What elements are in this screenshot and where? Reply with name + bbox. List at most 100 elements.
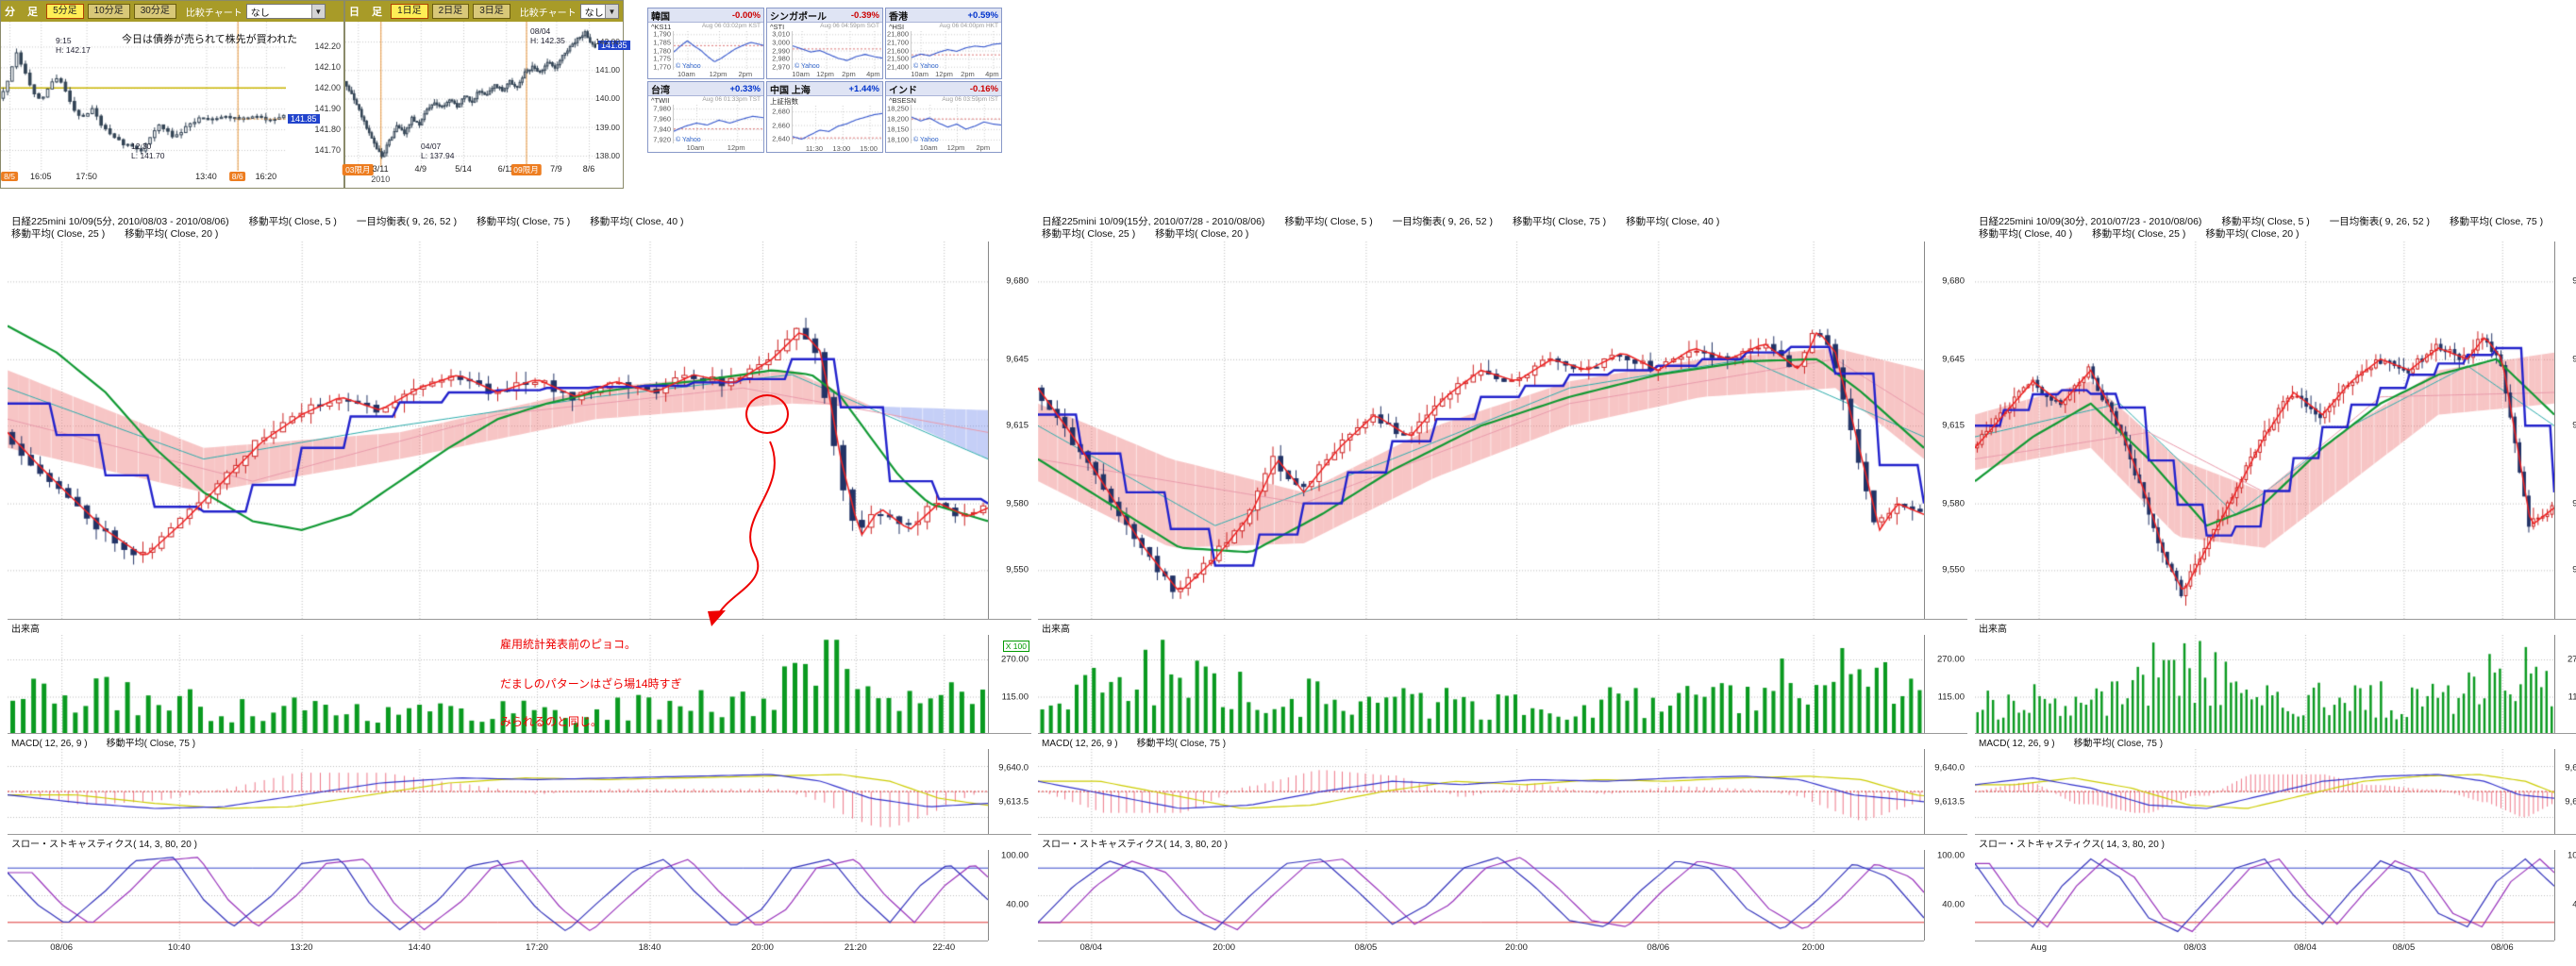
axis-label: 115.00 (1938, 691, 1965, 702)
market-tile-shanghai[interactable]: 中国 上海+1.44% 上証指数 2,6802,6602,640 11:3013… (766, 81, 883, 153)
macd-chart[interactable] (1975, 749, 2554, 834)
market-name: 台湾 (651, 82, 670, 96)
minute-panel-toolbar: 分 足 5分足 10分足 30分足 比較チャート なし ▼ (1, 1, 343, 22)
volume-chart[interactable] (8, 635, 988, 733)
axis-label: 9,645 (1006, 354, 1029, 364)
axis-label: 9,680 (1006, 276, 1029, 287)
mini-axis: 7,9807,9607,9407,920 (648, 105, 673, 143)
time-label: 08/06 (50, 942, 73, 953)
candlestick-chart[interactable] (1975, 242, 2554, 619)
annotation-note-2: だましのパターンはざら場14時すぎ (500, 675, 682, 691)
minute-panel-title: 分 足 (5, 4, 42, 19)
time-label: 22:40 (932, 942, 955, 953)
daily-panel-title: 日 足 (349, 4, 387, 19)
panel-title-line2: 移動平均( Close, 40 ) 移動平均( Close, 25 ) 移動平均… (1979, 228, 2576, 241)
compare-chart-select[interactable]: なし ▼ (246, 4, 326, 19)
high-marker: 9:15H: 142.17 (56, 37, 91, 56)
stochastics-chart[interactable] (8, 850, 988, 941)
year-label: 2010 (371, 175, 390, 184)
macd-axis: 9,640.09,613.5 (988, 749, 1031, 834)
time-label: 10am (911, 70, 928, 78)
time-label: 7/9 (550, 164, 562, 174)
mini-axis: 2,6802,6602,640 (767, 106, 792, 144)
interval-button-1day[interactable]: 1日足 (391, 4, 428, 19)
daily-time-axis: 2010 03限月3/114/95/146/1109限月7/98/6 (345, 163, 596, 186)
stochastics-chart[interactable] (1975, 850, 2554, 941)
low-marker: 04/07L: 137.94 (421, 142, 454, 161)
market-tile-india[interactable]: インド-0.16% ^BSESNAug 06 03:59pm IST 18,25… (885, 81, 1002, 153)
interval-button-2day[interactable]: 2日足 (432, 4, 470, 19)
axis-label: 9,550 (2572, 565, 2576, 575)
market-timestamp: Aug 06 03:59pm IST (942, 96, 998, 105)
axis-label: 9,613.5 (2565, 796, 2576, 807)
candlestick-chart[interactable] (8, 242, 988, 619)
axis-label: 9,615 (2572, 421, 2576, 431)
mini-line-chart[interactable] (793, 106, 883, 144)
market-tile-taiwan[interactable]: 台湾+0.33% ^TWIIAug 06 01:33pm TST 7,9807,… (647, 81, 764, 153)
annotation-note-1: 雇用統計発表前のピョコ。 (500, 636, 636, 652)
time-label: 13:20 (291, 942, 313, 953)
time-label: 10am (677, 70, 695, 78)
market-change: -0.00% (732, 10, 761, 21)
time-label: 2pm (961, 70, 975, 78)
axis-label: 270.00 (2568, 655, 2576, 665)
stochastics-chart[interactable] (1038, 850, 1924, 941)
mini-axis: 18,25018,20018,15018,100 (886, 105, 911, 143)
axis-label: 9,615 (1942, 421, 1965, 431)
high-marker: 08/04H: 142.35 (530, 27, 565, 46)
axis-label: 9,580 (1006, 498, 1029, 508)
axis-label: 9,645 (1942, 354, 1965, 364)
macd-chart[interactable] (8, 749, 988, 834)
trading-workspace: { "minute_panel": { "label": "分 足", "but… (0, 0, 2576, 966)
market-name: 中国 上海 (770, 82, 811, 96)
axis-label: 141.90 (314, 104, 341, 113)
stochastics-axis: 100.0040.00 (988, 850, 1031, 941)
time-label: 12pm (947, 143, 965, 152)
volume-section-label: 出来高 (1975, 619, 2576, 635)
market-tile-korea[interactable]: 韓国-0.00% ^KS11Aug 06 03:02pm KST 1,7901,… (647, 8, 764, 79)
axis-label: 2,970 (772, 62, 790, 71)
time-label: 08/04 (2294, 942, 2317, 953)
volume-chart[interactable] (1975, 635, 2554, 733)
time-label: 2pm (977, 143, 991, 152)
market-tile-hongkong[interactable]: 香港+0.59% ^HSIAug 06 04:00pm HKT 21,80021… (885, 8, 1002, 79)
time-label: 10am (920, 143, 938, 152)
time-label: 12pm (816, 70, 834, 78)
candlestick-chart[interactable] (1038, 242, 1924, 619)
time-label: 08/05 (1355, 942, 1378, 953)
chevron-down-icon: ▼ (311, 5, 325, 18)
macd-chart[interactable] (1038, 749, 1924, 834)
current-price-badge: 141.85 (288, 114, 320, 124)
axis-label: 100.00 (2568, 850, 2576, 860)
mini-time-axis: 10am12pm2pm4pm (792, 70, 882, 78)
chevron-down-icon: ▼ (605, 5, 618, 18)
interval-button-5min[interactable]: 5分足 (46, 4, 84, 19)
time-label: 18:40 (639, 942, 661, 953)
minute-chart-panel: 分 足 5分足 10分足 30分足 比較チャート なし ▼ 141.85 142… (0, 0, 344, 189)
compare-chart-select[interactable]: なし ▼ (580, 4, 619, 19)
market-tile-singapore[interactable]: シンガポール-0.39% ^STIAug 06 04:59pm SGT 3,01… (766, 8, 883, 79)
interval-button-10min[interactable]: 10分足 (88, 4, 130, 19)
panel-header: 日経225mini 10/09(15分, 2010/07/28 - 2010/0… (1038, 215, 1967, 242)
volume-chart[interactable] (1038, 635, 1924, 733)
axis-label: 9,580 (1942, 498, 1965, 508)
interval-button-3day[interactable]: 3日足 (473, 4, 510, 19)
time-label: 14:40 (408, 942, 430, 953)
price-axis: 9,6809,6459,6159,5809,550 (988, 242, 1031, 619)
time-label: 2pm (739, 70, 753, 78)
panel-title-line1: 日経225mini 10/09(5分, 2010/08/03 - 2010/08… (11, 216, 1031, 228)
time-label: 13:40 (195, 172, 217, 181)
mini-time-axis: 11:3013:0015:00 (792, 144, 882, 152)
axis-label: 142.00 (314, 83, 341, 92)
market-timestamp: Aug 06 04:59pm SGT (820, 23, 879, 31)
axis-label: 9,640.0 (1934, 762, 1965, 773)
panel-header: 日経225mini 10/09(30分, 2010/07/23 - 2010/0… (1975, 215, 2576, 242)
time-label: 12pm (710, 70, 728, 78)
axis-label: 2,660 (772, 121, 790, 129)
daily-panel-toolbar: 日 足 1日足 2日足 3日足 比較チャート なし ▼ (345, 1, 623, 22)
axis-label: 270.00 (1937, 655, 1965, 665)
interval-button-30min[interactable]: 30分足 (134, 4, 176, 19)
time-label: 20:00 (1802, 942, 1825, 953)
time-label: 08/04 (1079, 942, 1102, 953)
axis-label: 9,680 (2572, 276, 2576, 287)
